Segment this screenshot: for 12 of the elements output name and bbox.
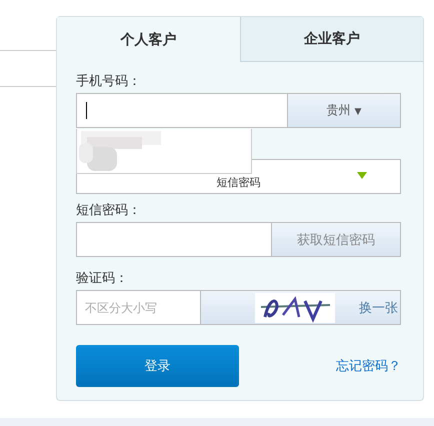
field-label: 手机号码：: [76, 73, 142, 91]
dropdown-icon: [357, 172, 367, 179]
field-label: 短信密码：: [76, 202, 142, 220]
login-button[interactable]: 登录: [76, 345, 239, 387]
forgot-password-link[interactable]: 忘记密码？: [336, 357, 401, 375]
captcha-field[interactable]: 不区分大小写: [76, 290, 201, 325]
region-dropdown[interactable]: 贵州 ▼: [288, 93, 401, 128]
refresh-captcha-link[interactable]: 换一张: [359, 298, 398, 316]
phone-field[interactable]: [76, 93, 288, 128]
sms-code-field[interactable]: [76, 222, 272, 257]
field-label: 验证码：: [76, 270, 129, 288]
tab[interactable]: 企业客户: [240, 17, 423, 62]
